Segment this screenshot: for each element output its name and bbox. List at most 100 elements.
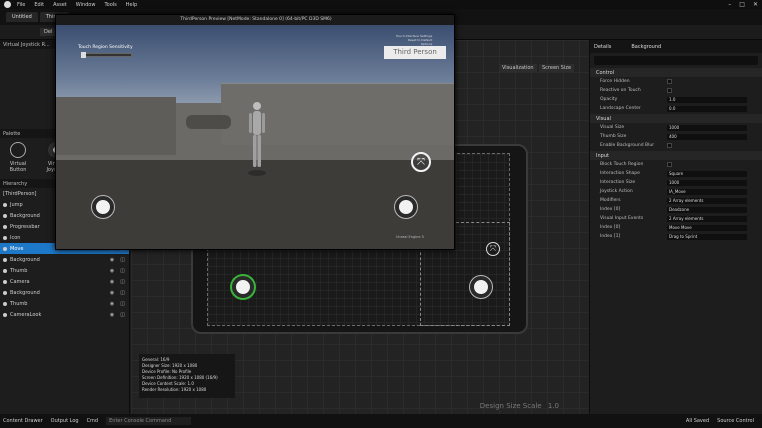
tab-details[interactable]: Details bbox=[594, 44, 611, 50]
palette-item-virtual-button[interactable]: Virtual Button bbox=[4, 142, 32, 173]
property-value-field[interactable]: 1.0 bbox=[667, 96, 747, 103]
property-value-field[interactable]: 400 bbox=[667, 133, 747, 140]
lock-icon[interactable]: ◫ bbox=[120, 301, 125, 307]
source-control-button[interactable]: Source Control bbox=[717, 418, 754, 424]
details-search-input[interactable] bbox=[594, 56, 758, 65]
console-command-input[interactable]: Enter Console Command bbox=[106, 417, 192, 425]
property-value-field[interactable]: Move Move bbox=[667, 224, 747, 231]
menu-file[interactable]: File bbox=[17, 2, 25, 8]
slider-handle[interactable] bbox=[81, 52, 86, 58]
property-label: Visual Size bbox=[600, 125, 625, 130]
widget-icon bbox=[3, 246, 7, 251]
game-preview-window[interactable]: ThirdPerson Preview [NetMode: Standalone… bbox=[55, 14, 455, 250]
category-visual[interactable]: Visual bbox=[590, 114, 762, 123]
property-value-field[interactable]: IA_Move bbox=[667, 188, 747, 195]
property-row: Visual Size 1000 bbox=[590, 123, 762, 132]
lock-icon[interactable]: ◫ bbox=[120, 257, 125, 263]
property-value-field[interactable]: Square bbox=[667, 170, 747, 177]
menu-edit[interactable]: Edit bbox=[34, 2, 44, 8]
menu-window[interactable]: Window bbox=[76, 2, 96, 8]
design-scale-value: 1.0 bbox=[547, 402, 559, 410]
property-row: Enable Background Blur bbox=[590, 141, 762, 150]
jump-icon[interactable]: ⤧ bbox=[411, 152, 431, 172]
widget-icon bbox=[3, 235, 7, 240]
hierarchy-row-label: Thumb bbox=[10, 300, 28, 307]
row-actions: ◉◫ bbox=[110, 268, 125, 274]
lock-icon[interactable]: ◫ bbox=[120, 268, 125, 274]
eye-icon[interactable]: ◉ bbox=[110, 312, 114, 318]
minimize-icon[interactable]: – bbox=[728, 1, 731, 8]
details-tabs: Details Background bbox=[590, 40, 762, 53]
hierarchy-row[interactable]: Thumb ◉ ◫ bbox=[0, 265, 129, 276]
widget-icon bbox=[3, 268, 7, 273]
property-row: Joystick Action IA_Move bbox=[590, 187, 762, 196]
toolbar-tab[interactable]: Del bbox=[40, 28, 57, 36]
property-checkbox[interactable] bbox=[667, 143, 672, 148]
widget-icon bbox=[3, 301, 7, 306]
content-drawer-button[interactable]: Content Drawer bbox=[3, 418, 43, 424]
move-joystick-selected[interactable] bbox=[232, 276, 254, 298]
close-icon[interactable]: ✕ bbox=[753, 1, 758, 8]
tab-background[interactable]: Background bbox=[631, 44, 661, 50]
character-mannequin bbox=[248, 102, 266, 176]
row-actions: ◉◫ bbox=[110, 290, 125, 296]
camera-joystick[interactable] bbox=[470, 276, 492, 298]
menu-tools[interactable]: Tools bbox=[104, 2, 116, 8]
output-log-button[interactable]: Output Log bbox=[51, 418, 79, 424]
hierarchy-row[interactable]: CameraLook ◉ ◫ bbox=[0, 309, 129, 320]
jump-button-icon[interactable]: ⤧ bbox=[486, 242, 500, 256]
eye-icon[interactable]: ◉ bbox=[110, 279, 114, 285]
hierarchy-row[interactable]: Thumb ◉ ◫ bbox=[0, 298, 129, 309]
property-row: Interaction Size 1000 bbox=[590, 178, 762, 187]
engine-branding: Unreal Engine 5 bbox=[396, 235, 424, 239]
property-label: Interaction Shape bbox=[600, 171, 640, 176]
property-checkbox[interactable] bbox=[667, 88, 672, 93]
row-actions: ◉◫ bbox=[110, 279, 125, 285]
look-joystick[interactable] bbox=[395, 196, 417, 218]
property-label: Index [0] bbox=[600, 207, 621, 212]
category-input[interactable]: Input bbox=[590, 151, 762, 160]
row-actions: ◉◫ bbox=[110, 312, 125, 318]
eye-icon[interactable]: ◉ bbox=[110, 268, 114, 274]
lock-icon[interactable]: ◫ bbox=[120, 290, 125, 296]
hierarchy-row-label: Progressbar bbox=[10, 223, 40, 230]
property-value-field[interactable]: 0.0 bbox=[667, 105, 747, 112]
status-bar: Content Drawer Output Log Cmd Enter Cons… bbox=[0, 414, 762, 428]
eye-icon[interactable]: ◉ bbox=[110, 290, 114, 296]
menu-asset[interactable]: Asset bbox=[53, 2, 67, 8]
hierarchy-row-label: Background bbox=[10, 256, 40, 263]
third-person-button[interactable]: Third Person bbox=[384, 46, 446, 59]
property-label: Modifiers bbox=[600, 198, 621, 203]
save-status: All Saved bbox=[685, 418, 710, 424]
property-value-field[interactable]: 2 Array elements bbox=[667, 215, 747, 222]
hierarchy-row[interactable]: Camera ◉ ◫ bbox=[0, 276, 129, 287]
eye-icon[interactable]: ◉ bbox=[110, 257, 114, 263]
property-checkbox[interactable] bbox=[667, 162, 672, 167]
hud-options: Touch Interface Settings Reset to Defaul… bbox=[396, 34, 432, 46]
property-value-field[interactable]: 1000 bbox=[667, 124, 747, 131]
property-label: Joystick Action bbox=[600, 189, 633, 194]
property-value-field[interactable]: 2 Array elements bbox=[667, 197, 747, 204]
lock-icon[interactable]: ◫ bbox=[120, 312, 125, 318]
move-joystick[interactable] bbox=[92, 196, 114, 218]
lock-icon[interactable]: ◫ bbox=[120, 279, 125, 285]
virtual-button-icon bbox=[10, 142, 26, 158]
cmd-dropdown[interactable]: Cmd bbox=[87, 418, 99, 424]
maximize-icon[interactable]: □ bbox=[739, 1, 745, 8]
property-row: Force Hidden bbox=[590, 77, 762, 86]
property-value-field[interactable]: Deadzone bbox=[667, 206, 747, 213]
property-checkbox[interactable] bbox=[667, 79, 672, 84]
property-value-field[interactable]: Drag to Sprint bbox=[667, 233, 747, 240]
menu-bar: File Edit Asset Window Tools Help bbox=[0, 0, 762, 9]
menu-help[interactable]: Help bbox=[126, 2, 137, 8]
tab-untitled[interactable]: Untitled bbox=[6, 12, 38, 22]
sensitivity-slider[interactable] bbox=[82, 53, 132, 57]
property-value-field[interactable]: 1000 bbox=[667, 179, 747, 186]
hierarchy-row[interactable]: Background ◉ ◫ bbox=[0, 254, 129, 265]
eye-icon[interactable]: ◉ bbox=[110, 301, 114, 307]
hierarchy-row-label: Background bbox=[10, 212, 40, 219]
visualization-dropdown[interactable]: Visualization bbox=[499, 64, 537, 72]
hierarchy-row[interactable]: Background◉◫ bbox=[0, 287, 129, 298]
category-control[interactable]: Control bbox=[590, 68, 762, 77]
screen-size-dropdown[interactable]: Screen Size bbox=[539, 64, 575, 72]
